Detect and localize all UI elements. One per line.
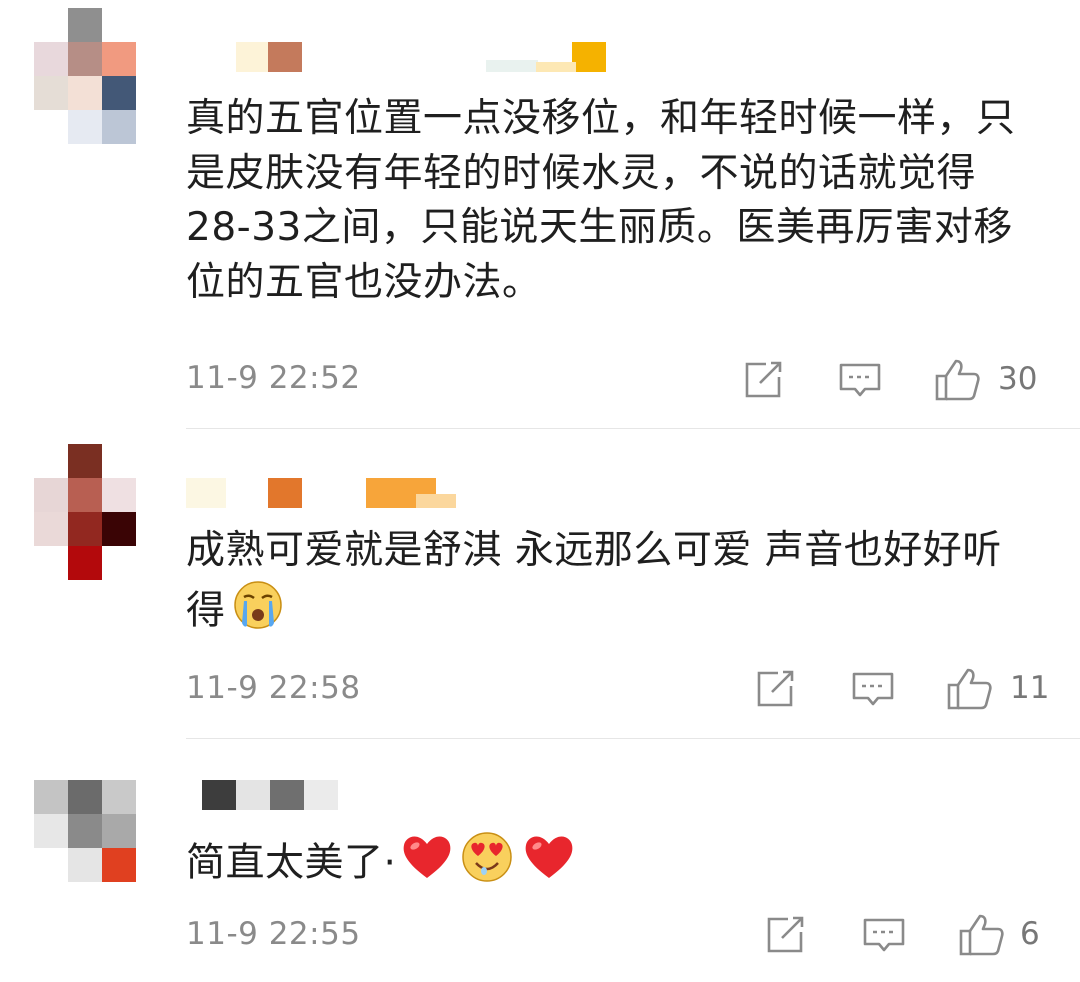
comment-item: 简直太美了· 11-9 22:55 6 (0, 0, 1080, 982)
share-button[interactable] (766, 916, 806, 954)
comment-time: 11-9 22:55 (186, 916, 361, 952)
like-count: 6 (1020, 916, 1040, 952)
heart-eyes-emoji (460, 830, 514, 900)
like-button[interactable] (958, 913, 1006, 957)
reply-button[interactable] (862, 917, 906, 955)
red-heart-emoji (400, 832, 454, 898)
red-heart-emoji (522, 832, 576, 898)
username[interactable] (186, 780, 626, 816)
comment-icon (863, 918, 905, 952)
comment-text: 简直太美了· (186, 830, 1036, 900)
thumbs-up-icon (959, 914, 1004, 956)
share-icon (767, 916, 804, 953)
avatar[interactable] (34, 780, 136, 912)
